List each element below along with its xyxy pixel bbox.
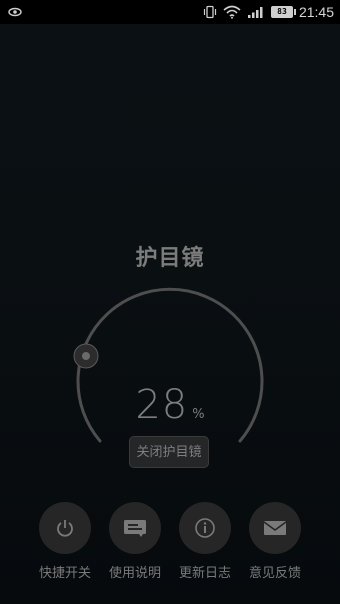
menu-item-instructions[interactable]: 使用说明 <box>100 502 170 581</box>
menu-label: 使用说明 <box>108 566 161 581</box>
status-time: 21:45 <box>298 4 334 20</box>
power-icon <box>57 520 73 537</box>
battery-icon: 83 <box>270 6 296 18</box>
status-icons: 83 21:45 <box>203 3 334 21</box>
instructions-icon <box>124 520 146 537</box>
signal-icon <box>247 7 263 18</box>
menu-label: 快捷开关 <box>38 566 91 581</box>
menu-circle[interactable] <box>249 502 301 554</box>
menu-item-changelog[interactable]: 更新日志 <box>170 502 240 581</box>
wifi-icon <box>223 5 241 19</box>
mail-icon <box>263 521 287 535</box>
level-unit: % <box>192 407 205 422</box>
bottom-menu: 快捷开关 使用说明 更新日志 意见反馈 <box>0 502 340 592</box>
eye-icon <box>8 7 22 17</box>
menu-circle[interactable] <box>179 502 231 554</box>
level-readout: 28% <box>0 382 340 428</box>
page-title: 护目镜 <box>135 246 205 271</box>
menu-label: 意见反馈 <box>248 566 301 581</box>
level-value: 28 <box>135 382 189 428</box>
menu-item-quick-switch[interactable]: 快捷开关 <box>30 502 100 581</box>
menu-label: 更新日志 <box>178 566 231 581</box>
vibrate-icon <box>203 5 217 19</box>
menu-circle[interactable] <box>39 502 91 554</box>
menu-item-feedback[interactable]: 意见反馈 <box>240 502 310 581</box>
status-bar: 83 21:45 <box>0 0 340 24</box>
dial-handle[interactable] <box>73 343 99 369</box>
toggle-eye-protection-button[interactable]: 关闭护目镜 <box>129 436 209 468</box>
menu-circle[interactable] <box>109 502 161 554</box>
info-icon <box>195 518 215 538</box>
